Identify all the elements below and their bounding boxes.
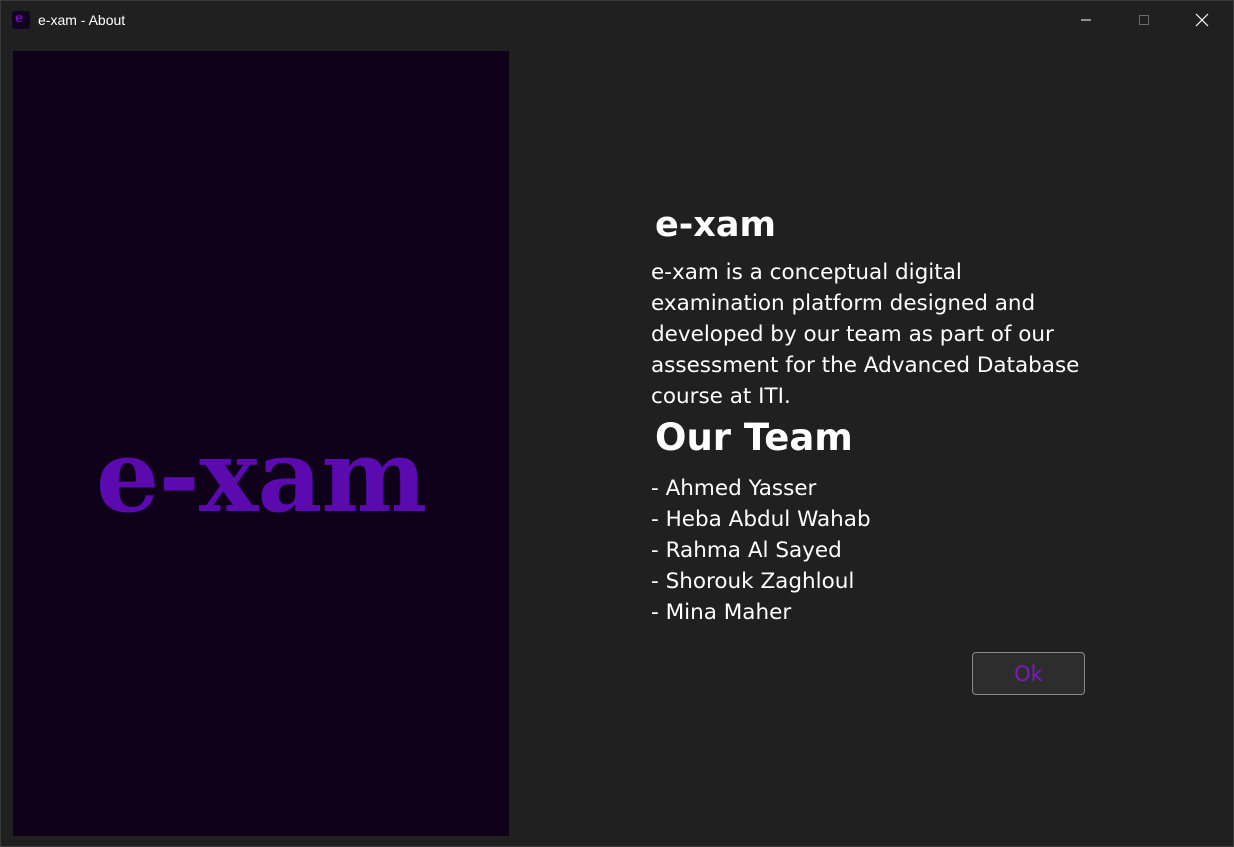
team-member: - Mina Maher	[651, 600, 792, 625]
team-member: - Rahma Al Sayed	[651, 538, 842, 563]
team-member: - Heba Abdul Wahab	[651, 507, 871, 532]
title-bar[interactable]: e e-xam - About	[1, 1, 1233, 39]
logo-panel: e-xam	[13, 51, 509, 836]
maximize-icon	[1139, 15, 1149, 25]
team-heading: Our Team	[655, 416, 853, 459]
close-icon	[1195, 13, 1209, 27]
app-icon: e	[12, 11, 30, 29]
app-title: e-xam	[655, 205, 776, 245]
window-title: e-xam - About	[38, 12, 126, 28]
maximize-button[interactable]	[1115, 1, 1173, 39]
app-description: e-xam is a conceptual digital examinatio…	[651, 260, 1080, 409]
minimize-icon	[1081, 19, 1091, 21]
app-icon-glyph: e	[15, 11, 24, 26]
team-list: - Ahmed Yasser - Heba Abdul Wahab - Rahm…	[651, 473, 871, 628]
team-member: - Ahmed Yasser	[651, 476, 817, 501]
ok-button[interactable]: Ok	[972, 652, 1085, 695]
team-member: - Shorouk Zaghloul	[651, 569, 855, 594]
logo: e-xam	[95, 417, 427, 535]
minimize-button[interactable]	[1057, 1, 1115, 39]
close-button[interactable]	[1173, 1, 1231, 39]
about-window: e e-xam - About e-xam e-xam e-xam is a c…	[0, 0, 1234, 847]
